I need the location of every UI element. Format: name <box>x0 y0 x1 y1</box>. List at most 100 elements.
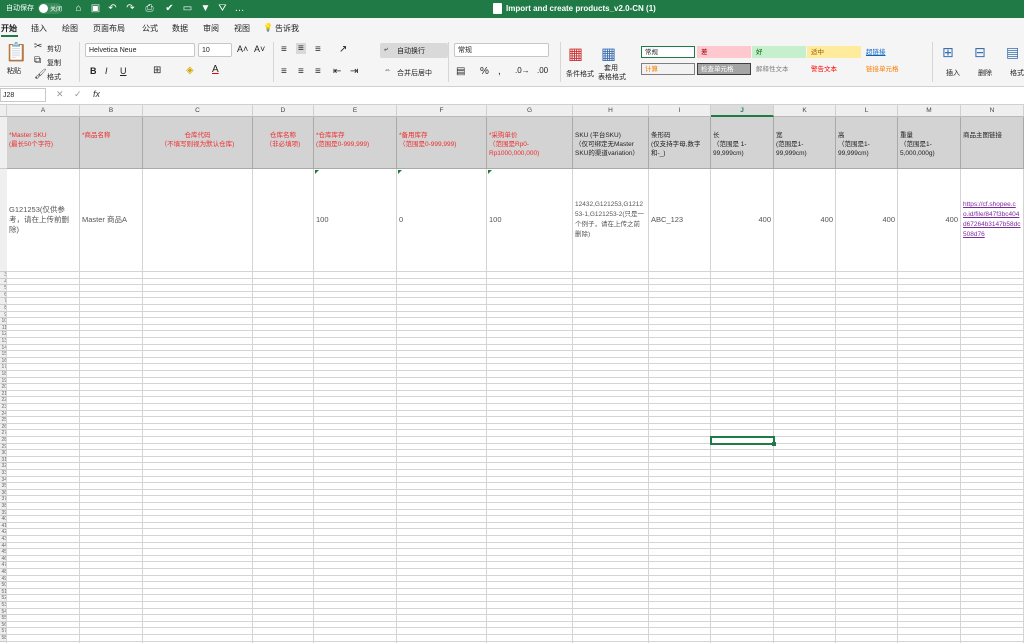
more-icon[interactable]: … <box>233 2 246 15</box>
table-format-label-2[interactable]: 表格格式 <box>598 72 626 82</box>
comma-icon[interactable]: , <box>498 66 501 77</box>
data-cell-j[interactable]: 400 <box>711 169 774 272</box>
column-header-i[interactable]: I <box>649 105 711 117</box>
bold-icon[interactable]: B <box>90 66 97 76</box>
data-cell-d[interactable] <box>253 169 314 272</box>
font-size-select[interactable]: 10 <box>198 43 232 57</box>
tab-page-layout[interactable]: 页面布局 <box>93 23 125 34</box>
decrease-font-icon[interactable]: A˅ <box>254 44 265 54</box>
spreadsheet-grid[interactable]: A B C D E F G H I J K L M N *Master SKU (最长50个字符) *商品名称… <box>0 105 1024 643</box>
increase-font-icon[interactable]: A˄ <box>237 44 248 54</box>
currency-icon[interactable]: ▤ <box>456 66 465 77</box>
data-cell-e[interactable]: 100 <box>314 169 397 272</box>
format-painter-button[interactable]: 格式 <box>47 72 61 82</box>
conditional-format-button[interactable]: 条件格式 <box>566 69 594 79</box>
align-center-icon[interactable]: ≡ <box>298 66 304 77</box>
filter-icon[interactable]: ⛛ <box>216 2 229 15</box>
tab-home[interactable]: 开始 <box>1 23 17 34</box>
data-cell-f[interactable]: 0 <box>397 169 487 272</box>
cancel-icon[interactable]: ✕ <box>56 89 64 100</box>
align-left-icon[interactable]: ≡ <box>281 66 287 77</box>
tell-me[interactable]: 告诉我 <box>275 23 299 34</box>
autosave-toggle[interactable]: 关闭 <box>38 3 62 14</box>
cell-style-option[interactable]: 链接单元格 <box>862 63 916 75</box>
header-cell-c[interactable]: 仓库代码 （不填写则视为默认仓库) <box>143 117 253 169</box>
format-cells-icon[interactable]: ▤ <box>1006 44 1019 61</box>
percent-icon[interactable]: % <box>480 66 489 77</box>
copy-button[interactable]: 复制 <box>47 58 61 68</box>
align-top-icon[interactable]: ≡ <box>281 44 287 55</box>
cell-style-option[interactable]: 警告文本 <box>807 63 861 75</box>
name-box[interactable]: J28 <box>0 88 46 102</box>
column-header-k[interactable]: K <box>774 105 836 117</box>
column-header-l[interactable]: L <box>836 105 898 117</box>
column-header-a[interactable]: A <box>7 105 80 117</box>
fill-color-icon[interactable]: ◈ <box>186 65 194 76</box>
cut-button[interactable]: 剪切 <box>47 44 61 54</box>
header-cell-n[interactable]: 商品主图链接 <box>961 117 1024 169</box>
column-header-j[interactable]: J <box>711 105 774 117</box>
border-icon[interactable]: ⊞ <box>153 65 161 76</box>
format-painter-icon[interactable]: 🖌 <box>34 69 47 80</box>
column-header-h[interactable]: H <box>573 105 649 117</box>
column-header-n[interactable]: N <box>961 105 1024 117</box>
data-cell-n[interactable]: https://cf.shopee.co.id/file/847f3bc404d… <box>961 169 1024 272</box>
tab-formulas[interactable]: 公式 <box>142 23 158 34</box>
data-cell-i[interactable]: ABC_123 <box>649 169 711 272</box>
data-cell-l[interactable]: 400 <box>836 169 898 272</box>
column-header-m[interactable]: M <box>898 105 961 117</box>
indent-icon[interactable]: ⇥ <box>350 66 358 77</box>
function-button[interactable]: fx <box>93 89 100 99</box>
fill-handle[interactable] <box>772 441 776 446</box>
column-header-e[interactable]: E <box>314 105 397 117</box>
italic-icon[interactable]: I <box>105 66 108 76</box>
conditional-format-icon[interactable]: ▦ <box>568 44 583 64</box>
autosum-icon[interactable]: ✔ <box>163 2 176 15</box>
data-cell-b[interactable]: Master 商品A <box>80 169 143 272</box>
header-cell-j[interactable]: 长 （范围是 1-99,999cm) <box>711 117 774 169</box>
header-cell-l[interactable]: 高 （范围是1-99,999cm) <box>836 117 898 169</box>
column-header-g[interactable]: G <box>487 105 573 117</box>
tab-draw[interactable]: 绘图 <box>62 23 78 34</box>
align-bottom-icon[interactable]: ≡ <box>315 44 321 55</box>
paste-icon[interactable]: 📋 <box>5 42 27 63</box>
tab-data[interactable]: 数据 <box>172 23 188 34</box>
data-cell-c[interactable] <box>143 169 253 272</box>
number-format-select[interactable]: 常规 <box>454 43 549 57</box>
save-icon[interactable]: ▣ <box>89 2 102 15</box>
align-middle-icon[interactable]: ≡ <box>296 43 306 54</box>
confirm-icon[interactable]: ✓ <box>74 89 82 100</box>
header-cell-g[interactable]: *采购单价 （范围是Rp0-Rp1000,000,000) <box>487 117 573 169</box>
increase-decimal-icon[interactable]: .0→ <box>515 66 530 75</box>
font-color-icon[interactable]: A <box>212 64 219 75</box>
row-header-2[interactable] <box>0 169 7 272</box>
data-cell-k[interactable]: 400 <box>774 169 836 272</box>
header-cell-k[interactable]: 宽 (范围是1-99,999cm) <box>774 117 836 169</box>
print-icon[interactable]: ⎙ <box>143 2 156 15</box>
decrease-decimal-icon[interactable]: .00 <box>537 66 548 75</box>
data-cell-m[interactable]: 400 <box>898 169 961 272</box>
header-cell-h[interactable]: SKU (平台SKU) （仅可绑定无Master SKU的渠道variation… <box>573 117 649 169</box>
select-all-corner[interactable] <box>0 105 7 117</box>
redo-icon[interactable]: ↷ <box>124 2 137 15</box>
merge-center-button[interactable]: 合并后居中 <box>397 68 432 78</box>
insert-cells-icon[interactable]: ⊞ <box>942 44 954 61</box>
cell-style-option[interactable]: 计算 <box>641 63 695 75</box>
header-cell-f[interactable]: *备用库存 （范围是0-999,999) <box>397 117 487 169</box>
merge-icon[interactable]: ⇔ <box>384 67 391 74</box>
underline-icon[interactable]: U <box>120 66 127 76</box>
column-header-c[interactable]: C <box>143 105 253 117</box>
align-right-icon[interactable]: ≡ <box>315 66 321 77</box>
column-header-b[interactable]: B <box>80 105 143 117</box>
cell-style-option[interactable]: 常规 <box>641 46 695 58</box>
header-cell-d[interactable]: 仓库名称 （非必填项) <box>253 117 314 169</box>
selected-cell[interactable] <box>710 436 775 445</box>
outdent-icon[interactable]: ⇤ <box>333 66 341 77</box>
column-header-d[interactable]: D <box>253 105 314 117</box>
data-cell-a[interactable]: G121253(仅供参考，请在上传前删除) <box>7 169 80 272</box>
table-format-icon[interactable]: ▦ <box>601 44 616 64</box>
copy-icon[interactable]: ⧉ <box>34 55 41 66</box>
header-cell-m[interactable]: 重量 （范围是1-5,000,000g) <box>898 117 961 169</box>
font-name-select[interactable]: Helvetica Neue <box>85 43 195 57</box>
cell-style-option[interactable]: 检查单元格 <box>697 63 751 75</box>
